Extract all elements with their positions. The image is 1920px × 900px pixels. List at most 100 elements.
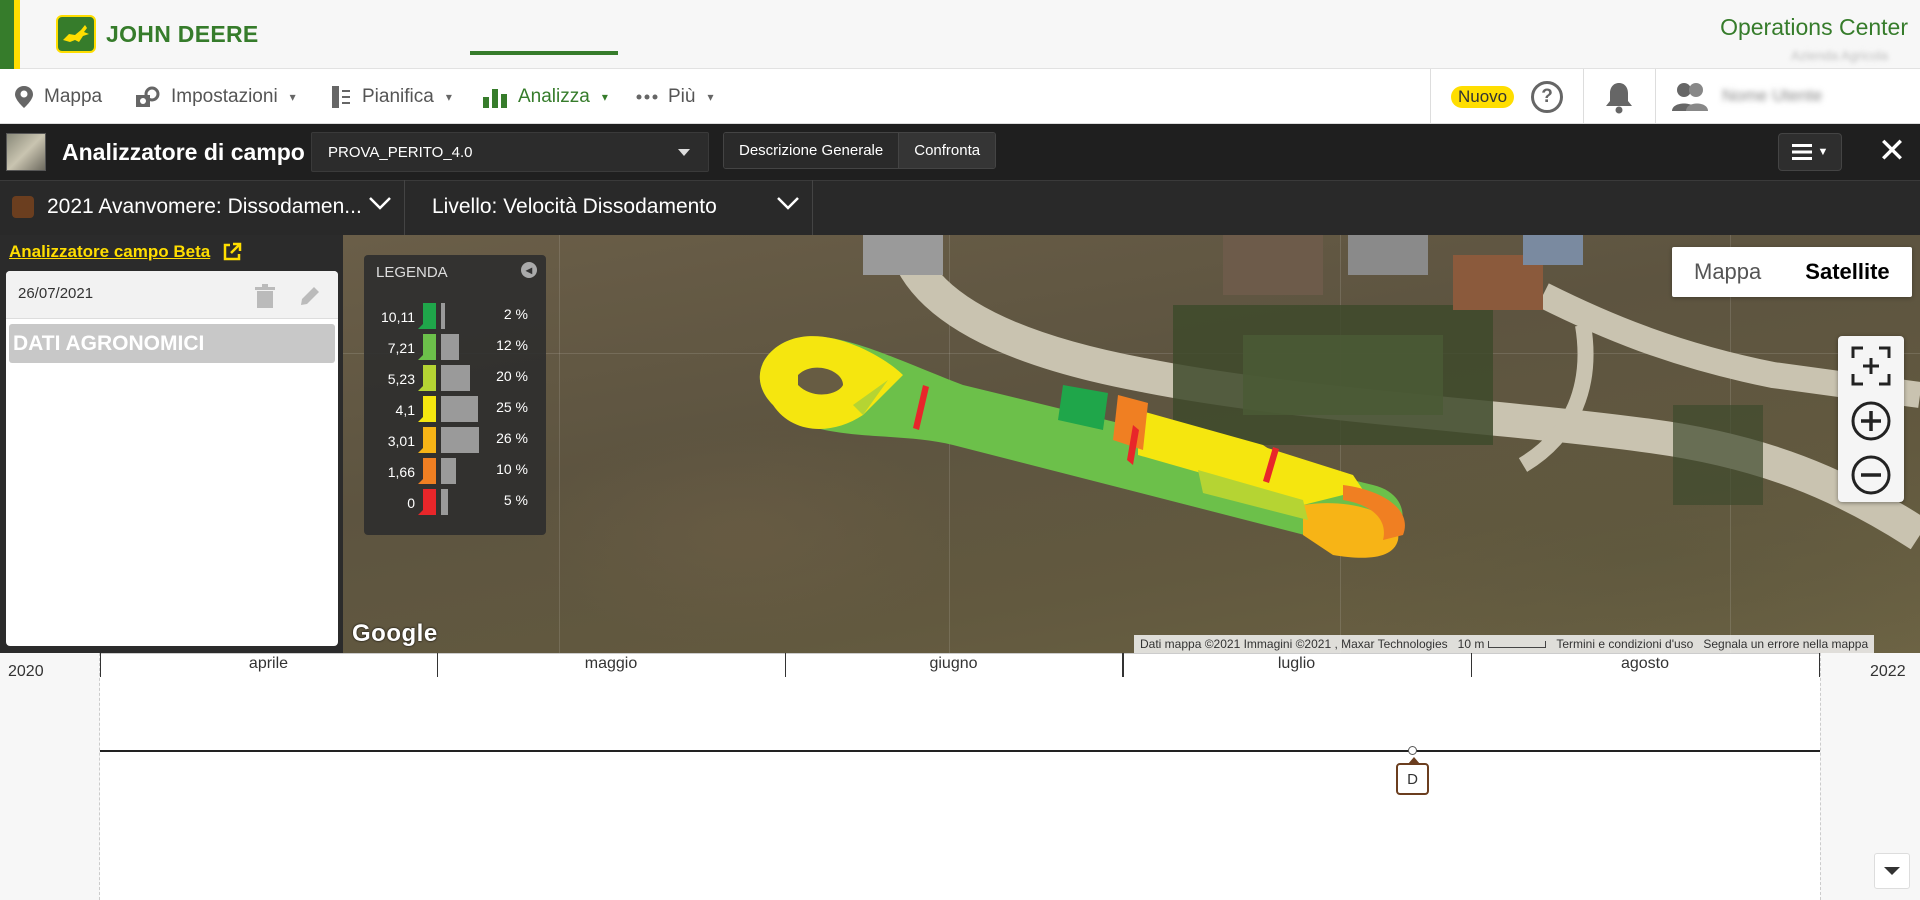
legend-swatch [418, 365, 436, 391]
timeline-tick [1819, 653, 1820, 677]
legend-swatch [418, 396, 436, 422]
legend-value: 10,11 [381, 309, 415, 325]
timeline-month: aprile [248, 655, 289, 672]
nav-label: Analizza [518, 85, 590, 107]
google-logo: Google [352, 620, 438, 647]
chevron-down-icon: ▾ [289, 89, 296, 104]
legend-value: 3,01 [387, 433, 415, 449]
user-name[interactable]: Nome Utente [1722, 86, 1822, 106]
legend-value: 0 [407, 495, 415, 511]
legend-row: 3,01 26 % [364, 424, 546, 455]
more-dots-icon [636, 94, 658, 99]
legend-swatch [418, 427, 436, 453]
zoom-out-button[interactable] [1844, 450, 1898, 500]
timeline-month: giugno [929, 655, 978, 672]
timeline-gutter-left [0, 653, 100, 900]
timeline-event-dot[interactable] [1408, 746, 1417, 755]
plan-icon [332, 85, 350, 108]
nav-item-pianifica[interactable]: Pianifica ▾ [330, 69, 452, 124]
legend-swatch [418, 489, 436, 515]
map-type-satellite-button[interactable]: Satellite [1783, 247, 1911, 297]
nav-divider [1655, 69, 1656, 124]
brand-stripe [0, 0, 14, 69]
legend-distribution-bar [441, 427, 479, 453]
caret-down-icon [1884, 867, 1900, 875]
chevron-down-icon[interactable] [776, 191, 800, 221]
caret-down-icon [678, 149, 690, 156]
scroll-down-button[interactable] [1874, 853, 1910, 889]
map-attribution-bar: Dati mappa ©2021 Immagini ©2021 , Maxar … [1134, 635, 1875, 653]
close-button[interactable]: ✕ [1874, 132, 1910, 170]
legend-row: 10,11 2 % [364, 300, 546, 331]
legend-row: 4,1 25 % [364, 393, 546, 424]
organization-name[interactable]: Azienda Agricola [1791, 48, 1888, 63]
timeline-year-right[interactable]: 2022 [1870, 663, 1906, 681]
operation-select[interactable]: 2021 Avanvomere: Dissodamen... [47, 195, 367, 219]
settings-gear-icon [136, 86, 160, 107]
nav-divider [1430, 69, 1431, 124]
brand-bar [0, 0, 1920, 69]
timeline-event-marker[interactable]: D [1396, 757, 1429, 795]
layer-select[interactable]: Livello: Velocità Dissodamento [432, 195, 717, 219]
timeline-axis [100, 750, 1820, 752]
legend-value: 7,21 [387, 340, 415, 356]
app-name: Operations Center [1720, 14, 1908, 40]
page-title: Analizzatore di campo [62, 139, 305, 165]
notification-bell-icon[interactable] [1602, 80, 1636, 119]
nav-item-impostazioni[interactable]: Impostazioni ▾ [135, 69, 296, 124]
agronomic-data-row[interactable]: DATI AGRONOMICI [9, 324, 335, 363]
hamburger-icon [1791, 144, 1812, 160]
zoom-in-button[interactable] [1844, 396, 1898, 446]
legend-distribution-bar [441, 489, 448, 515]
timeline-year-left[interactable]: 2020 [8, 663, 44, 681]
chevron-down-icon: ▾ [707, 89, 714, 104]
field-select[interactable]: PROVA_PERITO_4.0 [311, 132, 709, 172]
map-attribution: Dati mappa ©2021 Immagini ©2021 , Maxar … [1140, 637, 1448, 651]
nav-item-analizza[interactable]: Analizza ▾ [482, 69, 608, 124]
legend-collapse-icon[interactable]: ◂ [521, 262, 537, 278]
legend-percentage: 2 % [503, 306, 528, 322]
field-select-value: PROVA_PERITO_4.0 [328, 143, 473, 161]
external-link-icon[interactable] [222, 242, 242, 267]
nav-item-mappa[interactable]: Mappa [14, 69, 102, 124]
map-terms-link[interactable]: Termini e condizioni d'uso [1556, 637, 1693, 651]
legend-percentage: 26 % [496, 430, 528, 446]
legend-swatch [418, 334, 436, 360]
legend-row: 5,23 20 % [364, 362, 546, 393]
deer-icon [56, 15, 96, 53]
nav-item-piu[interactable]: Più ▾ [636, 69, 714, 124]
tab-confronta[interactable]: Confronta [898, 133, 996, 168]
brand-stripe-yellow [14, 0, 20, 69]
map-report-link[interactable]: Segnala un errore nella mappa [1703, 637, 1868, 651]
fit-extent-icon [1851, 346, 1891, 386]
sub-divider [404, 180, 405, 235]
john-deere-logo[interactable]: JOHN DEERE [56, 15, 259, 53]
hamburger-menu-button[interactable]: ▼ [1778, 133, 1842, 171]
satellite-map[interactable] [343, 235, 1920, 653]
zoom-in-icon [1851, 401, 1891, 441]
trash-icon[interactable] [254, 284, 276, 313]
legend-row: 0 5 % [364, 486, 546, 517]
beta-link[interactable]: Analizzatore campo Beta [9, 242, 210, 262]
legend-swatch [418, 458, 436, 484]
fit-extent-button[interactable] [1844, 341, 1898, 391]
legend-distribution-bar [441, 458, 456, 484]
pencil-icon[interactable] [298, 284, 322, 313]
chevron-down-icon[interactable] [368, 191, 392, 221]
nav-label: Pianifica [362, 85, 434, 107]
logo-text: JOHN DEERE [106, 20, 259, 47]
map-type-map-button[interactable]: Mappa [1672, 247, 1783, 297]
nuovo-badge[interactable]: Nuovo [1451, 86, 1515, 108]
map-imagery [759, 235, 1920, 558]
users-icon[interactable] [1670, 81, 1710, 118]
legend-title: LEGENDA [376, 264, 448, 281]
chevron-down-icon: ▾ [445, 89, 452, 104]
legend-percentage: 5 % [503, 492, 528, 508]
operation-color-swatch [12, 196, 34, 218]
legend-distribution-bar [441, 303, 445, 329]
legend-distribution-bar [441, 365, 470, 391]
help-icon[interactable]: ? [1531, 81, 1563, 113]
tab-descrizione-generale[interactable]: Descrizione Generale [724, 133, 899, 168]
nav-label: Più [668, 85, 696, 107]
nav-label: Mappa [44, 85, 103, 107]
